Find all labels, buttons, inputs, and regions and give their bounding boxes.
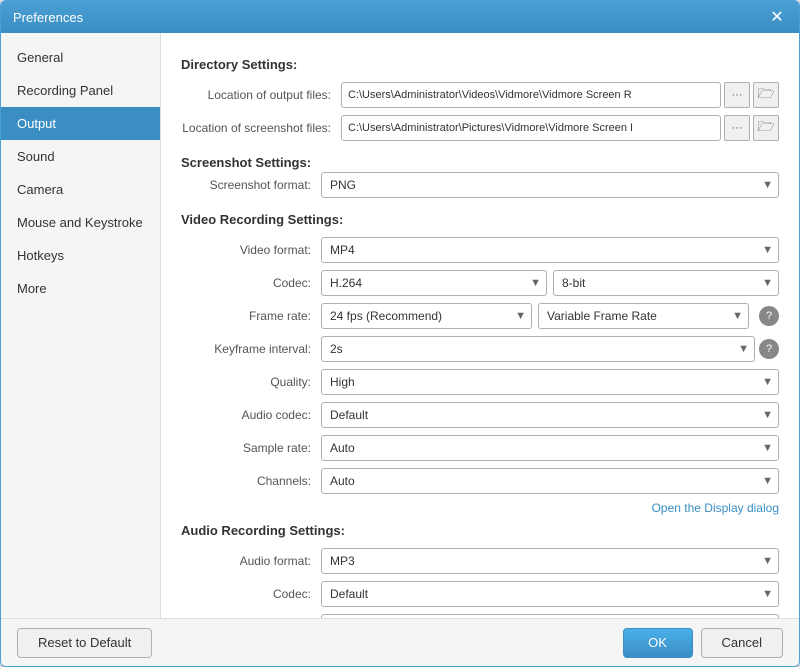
codec-label: Codec: — [181, 276, 321, 290]
bit-depth-select[interactable]: 8-bit10-bit — [553, 270, 779, 296]
channels-select[interactable]: AutoStereoMono — [321, 468, 779, 494]
output-files-folder-button[interactable]: 🗁 — [753, 82, 779, 108]
quality-select-wrapper: HighVery HighMediumLow ▼ — [321, 369, 779, 395]
video-settings-title: Video Recording Settings: — [181, 212, 779, 227]
output-files-dots-button[interactable]: ··· — [724, 82, 750, 108]
sidebar: General Recording Panel Output Sound Cam… — [1, 33, 161, 618]
preferences-window: Preferences ✕ General Recording Panel Ou… — [0, 0, 800, 667]
sidebar-item-recording-panel[interactable]: Recording Panel — [1, 74, 160, 107]
screenshot-format-label: Screenshot format: — [181, 178, 321, 192]
audio-codec-r-row: Codec: DefaultMP3AAC ▼ — [181, 581, 779, 607]
keyframe-help-button[interactable]: ? — [759, 339, 779, 359]
open-display-link[interactable]: Open the Display dialog — [181, 501, 779, 515]
keyframe-row: Keyframe interval: 2s5s10s ▼ ? — [181, 336, 779, 362]
cancel-button[interactable]: Cancel — [701, 628, 783, 658]
quality-label: Quality: — [181, 375, 321, 389]
sample-rate-row: Sample rate: Auto44100 Hz48000 Hz ▼ — [181, 435, 779, 461]
codec-selects: H.264H.265MPEG-4 ▼ 8-bit10-bit ▼ — [321, 270, 779, 296]
audio-format-select-wrapper: MP3AACWAVFLAC ▼ — [321, 548, 779, 574]
audio-recording-title: Audio Recording Settings: — [181, 523, 779, 538]
keyframe-select-wrapper: 2s5s10s ▼ — [321, 336, 755, 362]
codec-select-wrapper: H.264H.265MPEG-4 ▼ — [321, 270, 547, 296]
screenshot-files-dots-button[interactable]: ··· — [724, 115, 750, 141]
audio-format-label: Audio format: — [181, 554, 321, 568]
codec-select[interactable]: H.264H.265MPEG-4 — [321, 270, 547, 296]
frame-rate-help-button[interactable]: ? — [759, 306, 779, 326]
sidebar-item-mouse-keystroke[interactable]: Mouse and Keystroke — [1, 206, 160, 239]
audio-codec-select[interactable]: DefaultAACMP3 — [321, 402, 779, 428]
audio-quality-select-wrapper: Very HighHighMediumLow ▼ — [321, 614, 779, 618]
sidebar-item-hotkeys[interactable]: Hotkeys — [1, 239, 160, 272]
codec-row: Codec: H.264H.265MPEG-4 ▼ 8-bit10-bit ▼ — [181, 270, 779, 296]
footer: Reset to Default OK Cancel — [1, 618, 799, 666]
audio-format-select[interactable]: MP3AACWAVFLAC — [321, 548, 779, 574]
variable-frame-rate-select[interactable]: Variable Frame RateFixed Frame Rate — [538, 303, 749, 329]
audio-codec-r-select[interactable]: DefaultMP3AAC — [321, 581, 779, 607]
sidebar-item-sound[interactable]: Sound — [1, 140, 160, 173]
channels-label: Channels: — [181, 474, 321, 488]
footer-left: Reset to Default — [17, 628, 623, 658]
keyframe-select[interactable]: 2s5s10s — [321, 336, 755, 362]
audio-quality-select[interactable]: Very HighHighMediumLow — [321, 614, 779, 618]
frame-rate-row: Frame rate: 24 fps (Recommend)30 fps60 f… — [181, 303, 779, 329]
frame-rate-label: Frame rate: — [181, 309, 321, 323]
video-format-select-wrapper: MP4AVIMOVWMV ▼ — [321, 237, 779, 263]
close-button[interactable]: ✕ — [767, 7, 787, 27]
audio-codec-r-select-wrapper: DefaultMP3AAC ▼ — [321, 581, 779, 607]
output-files-label: Location of output files: — [181, 88, 341, 102]
frame-rate-selects: 24 fps (Recommend)30 fps60 fps15 fps ▼ V… — [321, 303, 779, 329]
audio-codec-label: Audio codec: — [181, 408, 321, 422]
title-bar: Preferences ✕ — [1, 1, 799, 33]
audio-codec-row: Audio codec: DefaultAACMP3 ▼ — [181, 402, 779, 428]
output-files-row: Location of output files: C:\Users\Admin… — [181, 82, 779, 108]
frame-rate-select[interactable]: 24 fps (Recommend)30 fps60 fps15 fps — [321, 303, 532, 329]
keyframe-label: Keyframe interval: — [181, 342, 321, 356]
quality-row: Quality: HighVery HighMediumLow ▼ — [181, 369, 779, 395]
screenshot-files-label: Location of screenshot files: — [181, 121, 341, 135]
screenshot-format-row: Screenshot format: PNG JPG BMP GIF ▼ — [181, 172, 779, 198]
sidebar-item-more[interactable]: More — [1, 272, 160, 305]
output-files-path: C:\Users\Administrator\Videos\Vidmore\Vi… — [341, 82, 721, 108]
channels-row: Channels: AutoStereoMono ▼ — [181, 468, 779, 494]
frame-rate-select-wrapper: 24 fps (Recommend)30 fps60 fps15 fps ▼ — [321, 303, 532, 329]
video-format-select[interactable]: MP4AVIMOVWMV — [321, 237, 779, 263]
bit-depth-select-wrapper: 8-bit10-bit ▼ — [553, 270, 779, 296]
sample-rate-select-wrapper: Auto44100 Hz48000 Hz ▼ — [321, 435, 779, 461]
video-format-row: Video format: MP4AVIMOVWMV ▼ — [181, 237, 779, 263]
sidebar-item-camera[interactable]: Camera — [1, 173, 160, 206]
variable-frame-rate-select-wrapper: Variable Frame RateFixed Frame Rate ▼ — [538, 303, 749, 329]
audio-codec-select-wrapper: DefaultAACMP3 ▼ — [321, 402, 779, 428]
main-content: Directory Settings: Location of output f… — [161, 33, 799, 618]
channels-select-wrapper: AutoStereoMono ▼ — [321, 468, 779, 494]
screenshot-files-row: Location of screenshot files: C:\Users\A… — [181, 115, 779, 141]
window-body: General Recording Panel Output Sound Cam… — [1, 33, 799, 618]
screenshot-settings-title: Screenshot Settings: — [181, 155, 779, 170]
video-format-label: Video format: — [181, 243, 321, 257]
directory-settings-title: Directory Settings: — [181, 57, 779, 72]
audio-codec-r-label: Codec: — [181, 587, 321, 601]
sidebar-item-output[interactable]: Output — [1, 107, 160, 140]
quality-select[interactable]: HighVery HighMediumLow — [321, 369, 779, 395]
screenshot-format-select-wrapper: PNG JPG BMP GIF ▼ — [321, 172, 779, 198]
window-title: Preferences — [13, 10, 767, 25]
sample-rate-label: Sample rate: — [181, 441, 321, 455]
audio-format-row: Audio format: MP3AACWAVFLAC ▼ — [181, 548, 779, 574]
footer-right: OK Cancel — [623, 628, 783, 658]
screenshot-format-select[interactable]: PNG JPG BMP GIF — [321, 172, 779, 198]
ok-button[interactable]: OK — [623, 628, 693, 658]
screenshot-files-folder-button[interactable]: 🗁 — [753, 115, 779, 141]
reset-button[interactable]: Reset to Default — [17, 628, 152, 658]
sidebar-item-general[interactable]: General — [1, 41, 160, 74]
sample-rate-select[interactable]: Auto44100 Hz48000 Hz — [321, 435, 779, 461]
screenshot-files-path: C:\Users\Administrator\Pictures\Vidmore\… — [341, 115, 721, 141]
